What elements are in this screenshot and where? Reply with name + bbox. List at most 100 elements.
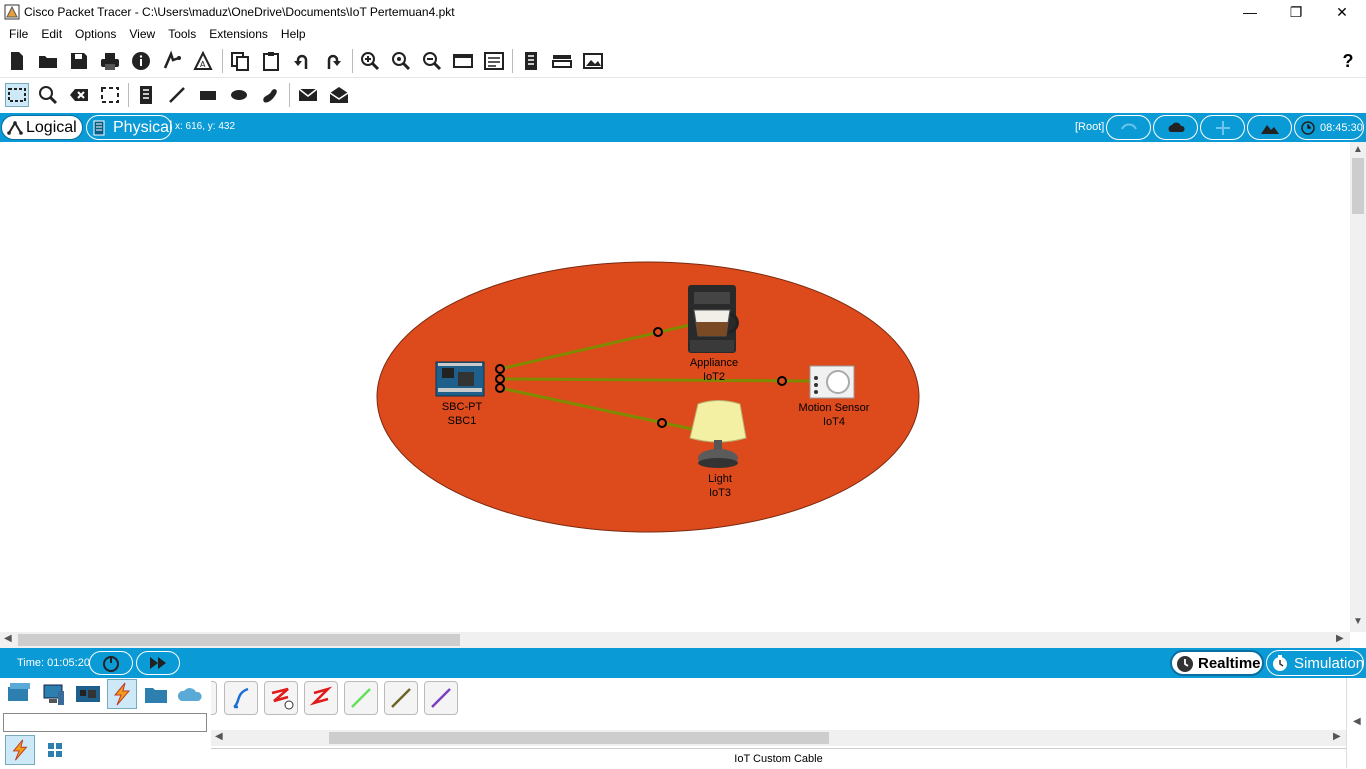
cable-partial[interactable]: [211, 681, 217, 715]
set-background-button[interactable]: [1247, 115, 1292, 140]
simple-pdu-icon[interactable]: [296, 83, 320, 107]
line-icon[interactable]: [165, 83, 189, 107]
link-sbc-motion-sensor[interactable]: [499, 377, 813, 383]
multiuser-icon[interactable]: [175, 679, 205, 709]
delete-icon[interactable]: [67, 83, 91, 107]
paste-icon[interactable]: [259, 49, 283, 73]
simulation-mode-button[interactable]: Simulation: [1266, 650, 1364, 676]
logical-icon: [7, 121, 23, 135]
note-icon[interactable]: [134, 83, 158, 107]
maximize-button[interactable]: ❐: [1273, 0, 1319, 24]
menu-file[interactable]: File: [4, 27, 36, 41]
help-button[interactable]: ?: [1336, 49, 1360, 73]
rectangle-icon[interactable]: [196, 83, 220, 107]
inspect-icon[interactable]: [36, 83, 60, 107]
tab-physical[interactable]: Physical: [86, 115, 173, 140]
menu-extensions[interactable]: Extensions: [204, 27, 276, 41]
redo-icon[interactable]: [321, 49, 345, 73]
logical-workspace[interactable]: SBC-PT SBC1 Appliance IoT2 Motion Sensor…: [0, 142, 1350, 632]
close-button[interactable]: ✕: [1319, 0, 1365, 24]
scroll-right-icon[interactable]: ▶: [1336, 633, 1344, 644]
toolbar-separator: [512, 49, 513, 73]
save-icon[interactable]: [67, 49, 91, 73]
window-title: Cisco Packet Tracer - C:\Users\maduz\One…: [24, 5, 455, 19]
tab-logical[interactable]: Logical: [1, 115, 83, 140]
image-icon[interactable]: [581, 49, 605, 73]
resize-icon[interactable]: [98, 83, 122, 107]
vertical-scrollbar[interactable]: ▲ ▼: [1350, 142, 1366, 632]
freeform-icon[interactable]: [258, 83, 282, 107]
coffee-maker-icon[interactable]: [688, 285, 739, 353]
menu-help[interactable]: Help: [276, 27, 314, 41]
back-button[interactable]: [1106, 115, 1151, 140]
minimize-button[interactable]: —: [1227, 0, 1273, 24]
crossover-cable-button[interactable]: [304, 681, 338, 715]
scroll-thumb[interactable]: [18, 634, 460, 646]
device-search-input[interactable]: [3, 713, 207, 732]
zoom-in-icon[interactable]: [358, 49, 382, 73]
menu-tools[interactable]: Tools: [163, 27, 204, 41]
move-object-button[interactable]: [1200, 115, 1245, 140]
zoom-out-icon[interactable]: [420, 49, 444, 73]
end-devices-icon[interactable]: [39, 679, 69, 709]
drawing-palette-icon[interactable]: [451, 49, 475, 73]
coaxial-cable-button[interactable]: [424, 681, 458, 715]
menu-edit[interactable]: Edit: [36, 27, 70, 41]
horizontal-scrollbar[interactable]: ◀ ▶: [0, 632, 1350, 648]
straight-through-cable-button[interactable]: [264, 681, 298, 715]
menu-view[interactable]: View: [124, 27, 163, 41]
pdu-icon[interactable]: [550, 49, 574, 73]
scroll-left-icon[interactable]: ◀: [215, 731, 223, 742]
scroll-thumb[interactable]: [329, 732, 829, 744]
grid-icon[interactable]: [40, 735, 70, 765]
power-cycle-button[interactable]: [89, 651, 133, 675]
collapse-arrow-icon[interactable]: ◀: [1353, 716, 1361, 727]
device-sbc1[interactable]: SBC-PT SBC1: [416, 400, 508, 428]
copy-icon[interactable]: [228, 49, 252, 73]
select-icon[interactable]: [5, 83, 29, 107]
device-iot4[interactable]: Motion Sensor IoT4: [786, 401, 882, 429]
open-icon[interactable]: [36, 49, 60, 73]
undo-icon[interactable]: [290, 49, 314, 73]
panel-collapse-bar[interactable]: ◀: [1346, 678, 1366, 768]
device-iot2[interactable]: Appliance IoT2: [666, 356, 762, 384]
info-icon[interactable]: [129, 49, 153, 73]
custom-device-icon[interactable]: [482, 49, 506, 73]
new-icon[interactable]: [5, 49, 29, 73]
print-icon[interactable]: [98, 49, 122, 73]
cluster-icon[interactable]: [519, 49, 543, 73]
phone-cable-button[interactable]: [384, 681, 418, 715]
console-cable-button[interactable]: [224, 681, 258, 715]
connections-subcategory-icon[interactable]: [5, 735, 35, 765]
fiber-cable-icon: [351, 688, 371, 708]
motion-sensor-icon[interactable]: [809, 365, 855, 399]
device-iot3[interactable]: Light IoT3: [672, 472, 768, 500]
connections-icon[interactable]: [107, 679, 137, 709]
zoom-reset-icon[interactable]: [389, 49, 413, 73]
miscellaneous-icon[interactable]: [141, 679, 171, 709]
tab-logical-label: Logical: [26, 118, 77, 136]
cable-list-scrollbar[interactable]: ◀ ▶: [211, 730, 1346, 746]
menu-options[interactable]: Options: [70, 27, 124, 41]
fiber-cable-button[interactable]: [344, 681, 378, 715]
clock-icon: [1177, 656, 1193, 672]
scroll-up-icon[interactable]: ▲: [1353, 144, 1363, 155]
scroll-down-icon[interactable]: ▼: [1353, 616, 1363, 627]
complex-pdu-icon[interactable]: [327, 83, 351, 107]
network-devices-icon[interactable]: [5, 679, 35, 709]
scroll-thumb[interactable]: [1352, 158, 1364, 214]
main-toolbar: A ?: [0, 44, 1366, 78]
realtime-mode-button[interactable]: Realtime: [1170, 650, 1264, 676]
components-icon[interactable]: [73, 679, 103, 709]
sbc-board-icon[interactable]: [435, 361, 485, 397]
scroll-right-icon[interactable]: ▶: [1333, 731, 1341, 742]
fast-forward-button[interactable]: [136, 651, 180, 675]
ellipse-icon[interactable]: [227, 83, 251, 107]
clock-button[interactable]: 08:45:30: [1294, 115, 1364, 140]
lamp-icon[interactable]: [689, 400, 747, 469]
activity-wizard-icon[interactable]: A: [191, 49, 215, 73]
network-wizard-icon[interactable]: [160, 49, 184, 73]
new-cluster-button[interactable]: [1153, 115, 1198, 140]
scroll-left-icon[interactable]: ◀: [4, 633, 12, 644]
phone-cable-icon: [391, 688, 411, 708]
